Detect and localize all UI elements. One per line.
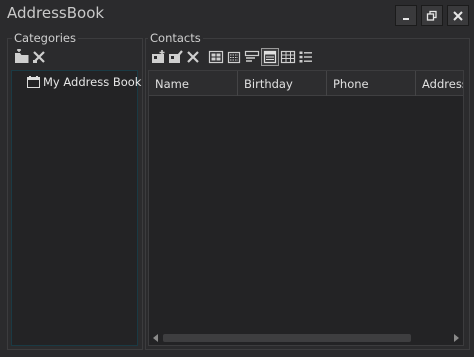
tree-item-label: My Address Book xyxy=(43,75,142,89)
details-view-button[interactable] xyxy=(261,48,279,66)
list-view-icon xyxy=(244,50,260,62)
tile-view-button[interactable] xyxy=(298,49,314,65)
large-icons-view-button[interactable] xyxy=(208,49,224,65)
scrollbar-thumb[interactable] xyxy=(163,334,411,342)
column-header-birthday[interactable]: Birthday xyxy=(238,71,327,96)
contacts-label: Contacts xyxy=(148,31,203,45)
list-header: Name Birthday Phone Address xyxy=(149,71,463,96)
delete-category-button[interactable] xyxy=(31,49,47,65)
small-icons-view-button[interactable] xyxy=(226,49,242,65)
restore-button[interactable] xyxy=(421,5,443,26)
delete-contact-button[interactable] xyxy=(185,49,201,65)
minimize-icon xyxy=(403,18,409,20)
column-header-address[interactable]: Address xyxy=(416,71,463,96)
column-header-name[interactable]: Name xyxy=(149,71,238,96)
categories-label: Categories xyxy=(12,31,78,45)
minimize-button[interactable] xyxy=(395,5,417,26)
list-view-button[interactable] xyxy=(244,49,260,65)
add-category-icon xyxy=(15,49,29,63)
delete-contact-icon xyxy=(187,51,199,63)
categories-tree[interactable]: My Address Book xyxy=(11,70,141,346)
restore-icon xyxy=(426,10,437,21)
horizontal-scrollbar[interactable] xyxy=(149,331,463,345)
edit-contact-icon xyxy=(169,50,183,63)
contacts-list[interactable]: Name Birthday Phone Address xyxy=(148,70,464,346)
column-header-phone[interactable]: Phone xyxy=(327,71,416,96)
scroll-left-icon[interactable] xyxy=(151,333,161,343)
close-button[interactable] xyxy=(447,5,469,26)
address-book-icon xyxy=(27,76,40,88)
add-category-button[interactable] xyxy=(14,49,30,65)
add-contact-button[interactable] xyxy=(151,49,167,65)
tree-item-my-address-book[interactable]: My Address Book xyxy=(27,74,141,90)
add-contact-icon xyxy=(152,50,165,63)
scroll-right-icon[interactable] xyxy=(451,333,461,343)
edit-contact-button[interactable] xyxy=(168,49,184,65)
details-view-icon xyxy=(263,50,277,64)
delete-category-icon xyxy=(33,51,45,63)
grid-view-icon xyxy=(280,50,296,64)
grid-view-button[interactable] xyxy=(280,49,296,65)
close-icon xyxy=(453,11,463,21)
tile-view-icon xyxy=(299,51,312,63)
title-bar: AddressBook xyxy=(0,0,474,29)
small-icons-view-icon xyxy=(227,51,241,64)
large-icons-view-icon xyxy=(208,50,224,64)
window-title: AddressBook xyxy=(7,4,105,22)
